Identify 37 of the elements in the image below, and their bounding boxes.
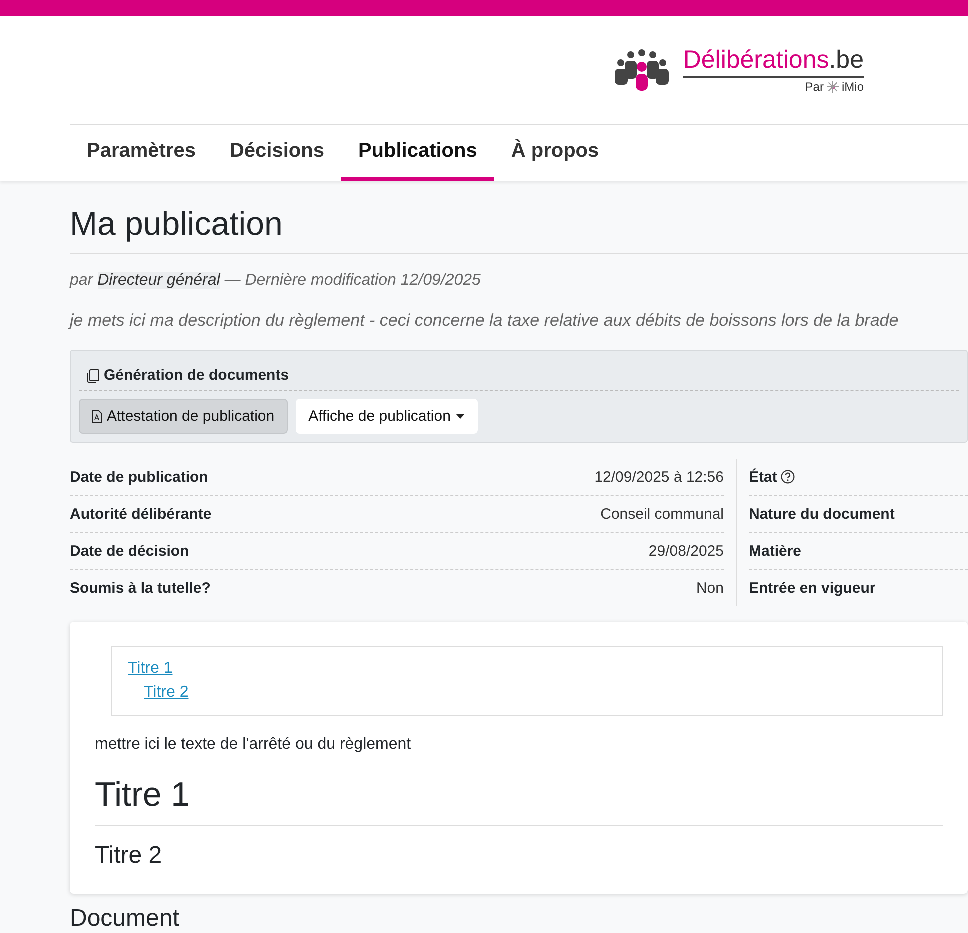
nav-tab[interactable]: Paramètres: [70, 125, 213, 181]
nav-tab[interactable]: À propos: [494, 125, 616, 181]
detail-label: Matière: [749, 542, 802, 560]
toc-link[interactable]: Titre 2: [144, 681, 189, 705]
detail-value: 12/09/2025 à 12:56: [594, 468, 724, 486]
detail-label: Date de décision: [70, 542, 190, 560]
detail-value: Conseil communal: [600, 506, 724, 522]
section-heading: Document: [70, 906, 180, 932]
panel-title: Génération de documents: [104, 367, 290, 384]
toc-link[interactable]: Titre 1: [128, 657, 173, 681]
byline: par Directeur général — Dernière modification 12/09/2025: [70, 272, 482, 290]
page-title: Ma publication: [70, 205, 968, 254]
copy-icon: [87, 368, 100, 382]
body-text: mettre ici le texte de l'arrêté ou du règlement: [95, 736, 412, 754]
logo-text: Délibérations.be: [683, 46, 864, 78]
heading: Titre 1: [95, 776, 943, 826]
help-icon[interactable]: [781, 470, 796, 484]
detail-label: État: [749, 468, 778, 486]
detail-label: Nature du document: [749, 506, 895, 522]
dropdown-button[interactable]: Affiche de publication: [296, 399, 478, 434]
pdf-button[interactable]: Attestation de publication: [79, 399, 288, 434]
caret-icon: [456, 414, 465, 419]
detail-value: 29/08/2025: [648, 542, 724, 560]
detail-label: Soumis à la tutelle?: [70, 580, 211, 596]
people-icon: [615, 49, 670, 91]
logo-by: Par: [805, 80, 824, 94]
description: je mets ici ma description du règlement - ceci concerne la taxe relative aux débits de boissons lors de la brade: [70, 311, 900, 331]
pdf-file-icon: [92, 410, 102, 423]
detail-label: Entrée en vigueur: [749, 580, 876, 596]
detail-label: Autorité délibérante: [70, 506, 212, 522]
sun-icon: [826, 81, 839, 93]
logo-org: iMio: [842, 80, 864, 94]
nav-tab[interactable]: Décisions: [212, 125, 342, 181]
subheading: Titre 2: [95, 842, 164, 870]
detail-label: Date de publication: [70, 468, 208, 486]
detail-value: Non: [696, 580, 724, 596]
nav-tab[interactable]: Publications: [341, 125, 494, 181]
